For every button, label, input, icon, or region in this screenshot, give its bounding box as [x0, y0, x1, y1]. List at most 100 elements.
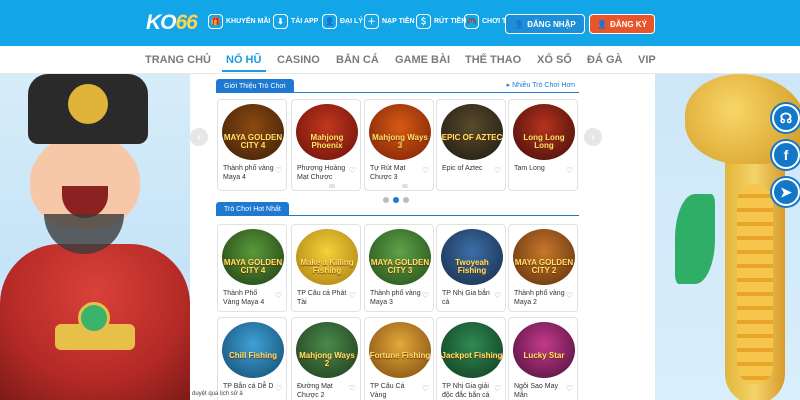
- game-art-title: Long Long Long: [523, 133, 565, 150]
- game-name: Thành phố vàng Maya 2: [514, 290, 565, 306]
- nav-item-fishing[interactable]: BẮN CÁ: [336, 54, 379, 66]
- nav-item-vip[interactable]: VIP: [638, 54, 656, 66]
- god-hat: [28, 74, 148, 144]
- game-art-title: EPIC OF AZTEC: [441, 133, 503, 142]
- dragon-fin: [675, 194, 715, 284]
- quick-link-agent[interactable]: 👤 ĐẠI LÝ: [322, 14, 363, 29]
- game-card[interactable]: Twoyeah Fishing TP Nhị Gia bắn cá ♡: [436, 224, 506, 312]
- play-count: 66: [402, 184, 408, 190]
- favorite-heart-icon[interactable]: ♡: [275, 166, 282, 175]
- quick-link-download-app[interactable]: ⬇ TẢI APP: [273, 14, 318, 29]
- more-games-link[interactable]: ▸ Nhiều Trò Chơi Hơn: [507, 81, 575, 89]
- game-art-title: MAYA GOLDEN CITY 2: [514, 258, 574, 275]
- game-name: Ngôi Sao May Mắn: [514, 383, 558, 399]
- nav-item-sports[interactable]: THỂ THAO: [465, 54, 521, 66]
- chevron-left-icon: ‹: [197, 131, 201, 143]
- quick-link-promotions[interactable]: 🎁 KHUYẾN MÃI: [208, 14, 270, 29]
- game-card[interactable]: EPIC OF AZTEC Epic of Aztec ♡: [436, 99, 506, 191]
- section-title: Giới Thiệu Trò Chơi: [216, 79, 294, 93]
- game-name: TP Nhị Gia bắn cá: [442, 290, 490, 306]
- favorite-heart-icon[interactable]: ♡: [422, 291, 429, 300]
- register-button[interactable]: 👤 ĐĂNG KÝ: [589, 14, 655, 34]
- game-card[interactable]: MAYA GOLDEN CITY 2 Thành phố vàng Maya 2…: [508, 224, 578, 312]
- facebook-button[interactable]: f: [772, 141, 800, 169]
- game-name: TP Câu cá Phát Tài: [297, 290, 347, 306]
- section-header-hot: Trò Chơi Hot Nhất: [216, 202, 579, 216]
- game-card[interactable]: Long Long Long Tam Long ♡: [508, 99, 578, 191]
- user-icon: 👤: [514, 19, 525, 29]
- more-games-label: Nhiều Trò Chơi Hơn: [512, 82, 575, 89]
- carousel-next-button[interactable]: ›: [584, 128, 602, 146]
- quick-link-withdraw[interactable]: ＄ RÚT TIỀN: [416, 14, 466, 29]
- game-thumbnail: MAYA GOLDEN CITY 3: [369, 229, 431, 285]
- nav-item-card-games[interactable]: GAME BÀI: [395, 54, 450, 66]
- game-art-title: MAYA GOLDEN CITY 4: [223, 258, 283, 275]
- telegram-icon: ➤: [780, 183, 792, 200]
- favorite-heart-icon[interactable]: ♡: [349, 291, 356, 300]
- game-art-title: Fortune Fishing: [369, 351, 431, 360]
- favorite-heart-icon[interactable]: ♡: [275, 384, 282, 393]
- game-name: TP Nhị Gia giải độc đắc bắn cá: [442, 383, 490, 399]
- carousel-prev-button[interactable]: ‹: [190, 128, 208, 146]
- login-button[interactable]: 👤 ĐĂNG NHẬP: [505, 14, 585, 34]
- game-card[interactable]: Chill Fishing TP Bắn cá Dễ D ♡: [217, 317, 287, 400]
- game-card[interactable]: MAYA GOLDEN CITY 4 Thành Phố Vàng Maya 4…: [217, 224, 287, 312]
- game-name: TP Câu Cá Vàng: [370, 383, 405, 399]
- nav-item-lottery[interactable]: XỔ SỐ: [537, 54, 572, 66]
- favorite-heart-icon[interactable]: ♡: [566, 291, 573, 300]
- support-button[interactable]: ☊: [772, 104, 800, 132]
- game-card[interactable]: MAYA GOLDEN CITY 4 Thành phố vàng Maya 4…: [217, 99, 287, 191]
- game-thumbnail: Mahjong Phoenix: [296, 104, 358, 160]
- game-art-title: Mahjong Ways 2: [299, 351, 355, 368]
- favorite-heart-icon[interactable]: ♡: [566, 166, 573, 175]
- headset-icon: ☊: [779, 109, 793, 126]
- game-thumbnail: Lucky Star: [513, 322, 575, 378]
- game-card[interactable]: Mahjong Ways 2 Đường Mạt Chược 2 ♡: [291, 317, 361, 400]
- game-art-title: Mahjong Ways 3: [372, 133, 428, 150]
- logo-number: 66: [175, 11, 198, 34]
- game-card[interactable]: Lucky Star Ngôi Sao May Mắn ♡: [508, 317, 578, 400]
- play-count: 60: [329, 184, 335, 190]
- nav-item-home[interactable]: TRANG CHỦ: [145, 54, 211, 66]
- game-card[interactable]: Mahjong Ways 3 Tự Rút Mạt Chược 3 ♡ 66: [364, 99, 434, 191]
- quick-link-label: NẠP TIỀN: [382, 18, 415, 25]
- download-icon: ⬇: [273, 14, 288, 29]
- favorite-heart-icon[interactable]: ♡: [349, 166, 356, 175]
- favorite-heart-icon[interactable]: ♡: [422, 384, 429, 393]
- favorite-heart-icon[interactable]: ♡: [494, 291, 501, 300]
- game-card[interactable]: Jackpot Fishing TP Nhị Gia giải độc đắc …: [436, 317, 506, 400]
- game-name: Thành phố vàng Maya 4: [223, 165, 274, 181]
- chevron-right-icon: ›: [591, 131, 595, 143]
- quick-link-deposit[interactable]: ＋ NẠP TIỀN: [364, 14, 415, 29]
- nav-item-cockfight[interactable]: ĐÁ GÀ: [587, 54, 622, 66]
- game-card[interactable]: Make a Killing Fishing TP Câu cá Phát Tà…: [291, 224, 361, 312]
- game-card[interactable]: Mahjong Phoenix Phượng Hoàng Mạt Chược ♡…: [291, 99, 361, 191]
- deposit-icon: ＋: [364, 14, 379, 29]
- game-name: Tự Rút Mạt Chược 3: [370, 165, 406, 181]
- game-name: Đường Mạt Chược 2: [297, 383, 333, 399]
- quick-link-label: KHUYẾN MÃI: [226, 18, 271, 25]
- favorite-heart-icon[interactable]: ♡: [275, 291, 282, 300]
- game-thumbnail: Chill Fishing: [222, 322, 284, 378]
- game-card[interactable]: MAYA GOLDEN CITY 3 Thành phố vàng Maya 3…: [364, 224, 434, 312]
- game-name: Tam Long: [514, 165, 545, 172]
- game-thumbnail: Mahjong Ways 3: [369, 104, 431, 160]
- telegram-button[interactable]: ➤: [772, 178, 800, 206]
- nav-item-slots[interactable]: NỔ HŨ: [226, 54, 261, 66]
- top-header: KO66 🎁 KHUYẾN MÃI ⬇ TẢI APP 👤 ĐẠI LÝ ＋ N…: [0, 0, 800, 46]
- game-thumbnail: Twoyeah Fishing: [441, 229, 503, 285]
- game-card[interactable]: Fortune Fishing TP Câu Cá Vàng ♡: [364, 317, 434, 400]
- site-logo[interactable]: KO66: [146, 11, 198, 35]
- favorite-heart-icon[interactable]: ♡: [494, 384, 501, 393]
- game-art-title: Make a Killing Fishing: [300, 258, 354, 275]
- favorite-heart-icon[interactable]: ♡: [349, 384, 356, 393]
- login-label: ĐĂNG NHẬP: [527, 19, 576, 29]
- favorite-heart-icon[interactable]: ♡: [566, 384, 573, 393]
- favorite-heart-icon[interactable]: ♡: [494, 166, 501, 175]
- nav-item-casino[interactable]: CASINO: [277, 54, 320, 66]
- gamepad-icon: 🎮: [464, 14, 479, 29]
- game-art-title: Jackpot Fishing: [441, 351, 503, 360]
- withdraw-icon: ＄: [416, 14, 431, 29]
- register-label: ĐĂNG KÝ: [610, 19, 647, 29]
- favorite-heart-icon[interactable]: ♡: [422, 166, 429, 175]
